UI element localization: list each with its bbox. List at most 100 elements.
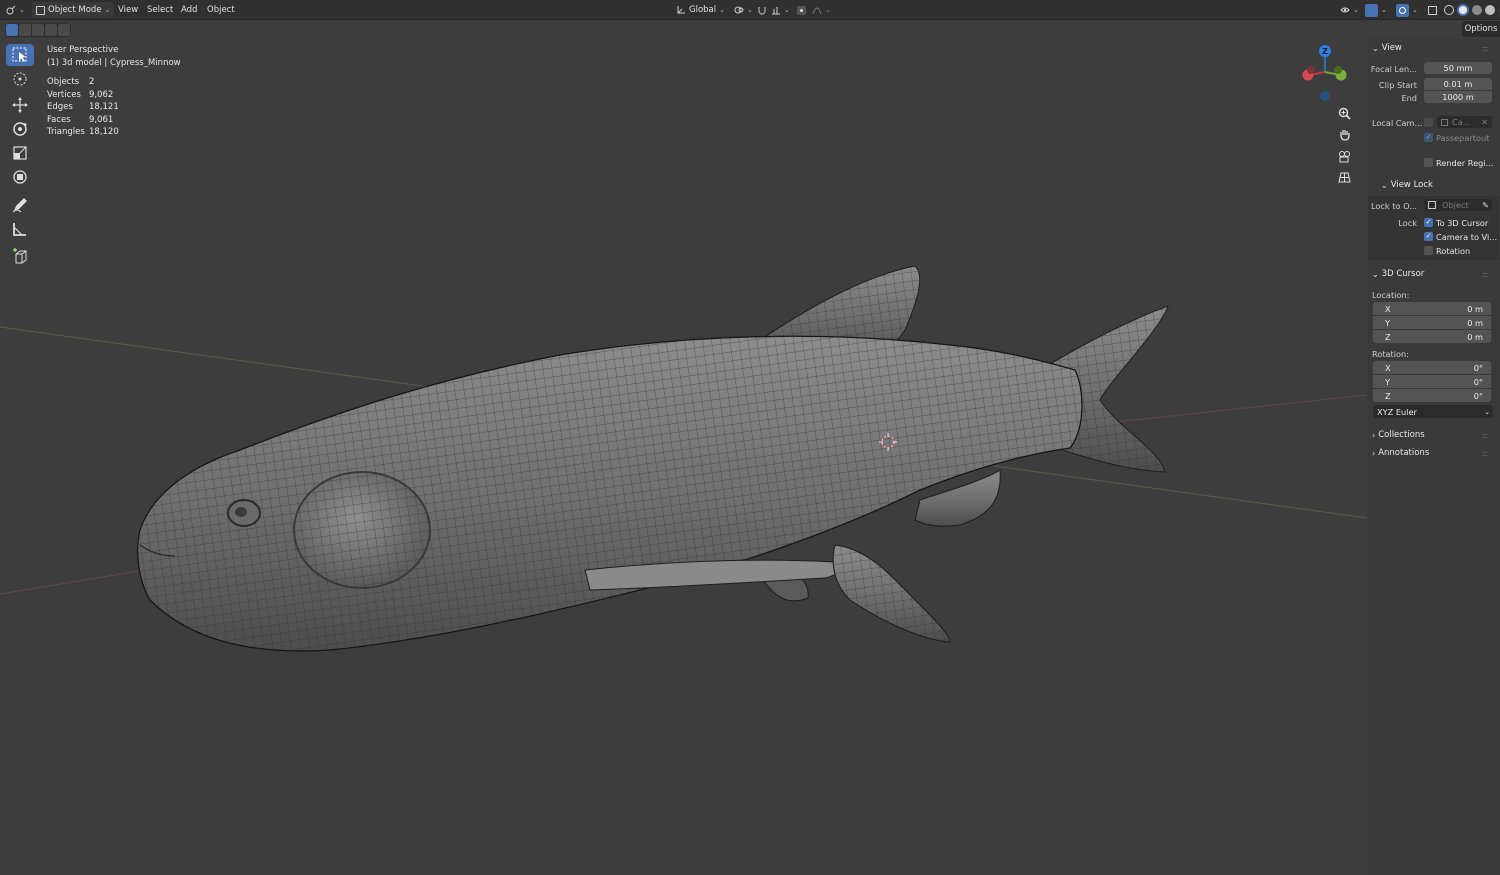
zoom-view-button[interactable] (1335, 104, 1353, 122)
clip-end-field[interactable]: 1000 m (1424, 91, 1492, 103)
rendered-shading-icon[interactable] (1485, 5, 1495, 15)
focal-length-field[interactable]: 50 mm (1424, 62, 1492, 74)
editor-type-button[interactable]: ⌄ (6, 2, 25, 18)
measure-tool[interactable] (6, 218, 34, 240)
cursor-tool[interactable] (6, 68, 34, 90)
camera-to-view-checkbox[interactable]: ✓ (1424, 232, 1433, 241)
chevron-right-icon: › (1372, 448, 1376, 458)
proportional-editing-toggle[interactable] (797, 2, 806, 18)
drag-handle-icon[interactable]: ::: (1482, 449, 1488, 458)
view-lock-header[interactable]: ⌄ View Lock (1381, 180, 1433, 190)
chevron-down-icon: ⌄ (1412, 6, 1418, 14)
proportional-falloff-selector[interactable]: ⌄ (812, 2, 831, 18)
menu-select[interactable]: Select (144, 2, 176, 18)
ruler-icon (13, 223, 26, 236)
navigation-gizmo[interactable]: Z (1300, 42, 1352, 102)
render-region-checkbox[interactable] (1424, 158, 1433, 167)
rotate-tool[interactable] (6, 118, 34, 140)
annotations-panel-header[interactable]: › Annotations (1372, 448, 1429, 458)
orientation-label: Global (689, 5, 717, 15)
local-camera-checkbox[interactable] (1424, 118, 1433, 127)
menu-object[interactable]: Object (204, 2, 238, 18)
menu-add[interactable]: Add (178, 2, 200, 18)
axis-value: 0° (1473, 390, 1483, 401)
cursor-rotation-y[interactable]: Y 0° (1373, 375, 1491, 388)
cursor-location-y[interactable]: Y 0 m (1373, 316, 1491, 329)
pivot-point-selector[interactable]: ⌄ (734, 2, 753, 18)
drag-handle-icon[interactable]: ::: (1482, 431, 1488, 440)
blender-window: ⌄ Object Mode ⌄ View Select Add Object G… (0, 0, 1500, 875)
clip-start-field[interactable]: 0.01 m (1424, 78, 1492, 90)
options-tab[interactable]: Options (1462, 21, 1500, 37)
select-box-tool[interactable] (6, 44, 34, 66)
local-camera-label: Local Cam... (1372, 118, 1423, 128)
axis-value: 0 m (1467, 303, 1483, 314)
3d-cursor-panel-title: 3D Cursor (1381, 269, 1425, 279)
eyedropper-icon[interactable]: ✎ (1482, 200, 1489, 210)
overlays-toggle[interactable]: ⌄ (1396, 2, 1418, 18)
stat-value: 18,121 (89, 102, 119, 112)
transform-tool[interactable] (6, 166, 34, 188)
pan-view-button[interactable] (1335, 125, 1353, 143)
solid-shading-icon[interactable] (1457, 4, 1469, 16)
viewport-info-overlay: User Perspective (1) 3d model | Cypress_… (47, 44, 181, 139)
stat-label: Objects (47, 77, 80, 87)
gizmo-neg-x-axis[interactable] (1307, 66, 1315, 74)
xray-icon (1428, 5, 1437, 15)
cursor-rotation-z[interactable]: Z 0° (1373, 389, 1491, 402)
material-shading-icon[interactable] (1472, 5, 1482, 15)
scale-tool[interactable] (6, 142, 34, 164)
mode-selector[interactable]: Object Mode ⌄ (32, 2, 115, 18)
proportional-edit-icon (797, 5, 806, 15)
visibility-selector[interactable]: ⌄ (1340, 2, 1359, 18)
passepartout-checkbox[interactable]: ✓ (1424, 133, 1433, 142)
camera-view-button[interactable] (1335, 147, 1353, 165)
axis-value: 0 m (1467, 317, 1483, 328)
viewport-header: ⌄ Object Mode ⌄ View Select Add Object G… (0, 0, 1500, 20)
snap-target-selector[interactable]: ⌄ (771, 2, 790, 18)
toggle-perspective-button[interactable] (1335, 168, 1353, 186)
drag-handle-icon[interactable]: ::: (1482, 44, 1488, 53)
gill-cover-mesh (294, 472, 430, 588)
lock-to-3d-cursor-checkbox[interactable]: ✓ (1424, 218, 1433, 227)
select-box-icon (12, 47, 27, 62)
stat-objects: Objects 2 (47, 76, 181, 89)
add-cube-tool[interactable] (6, 246, 34, 268)
view-panel-header[interactable]: ⌄ View (1372, 43, 1402, 53)
camera-object-icon (1441, 118, 1448, 126)
menu-view[interactable]: View (115, 2, 141, 18)
cursor-rotation-x[interactable]: X 0° (1373, 361, 1491, 374)
axis-label: Z (1385, 390, 1391, 401)
collections-panel-header[interactable]: › Collections (1372, 430, 1425, 440)
wireframe-shading-icon[interactable] (1444, 5, 1454, 15)
annotate-tool[interactable] (6, 194, 34, 216)
lock-to-object-placeholder: Object (1442, 200, 1469, 210)
move-tool[interactable] (6, 94, 34, 116)
xray-toggle[interactable] (1428, 2, 1437, 18)
gizmo-toggle[interactable]: ⌄ (1365, 2, 1387, 18)
drag-handle-icon[interactable]: ::: (1482, 270, 1488, 279)
clear-x-icon[interactable]: ✕ (1481, 117, 1488, 127)
grid-perspective-icon (1337, 172, 1351, 182)
rotation-mode-dropdown[interactable]: XYZ Euler ⌄ (1373, 405, 1493, 418)
cursor-location-x[interactable]: X 0 m (1373, 302, 1491, 315)
snap-toggle[interactable] (757, 2, 767, 18)
lock-rotation-checkbox[interactable] (1424, 246, 1433, 255)
lock-label: Lock (1398, 218, 1417, 228)
perspective-label: User Perspective (47, 45, 119, 55)
options-tab-label: Options (1464, 24, 1498, 34)
transform-orientation-selector[interactable]: Global ⌄ (676, 2, 725, 18)
lock-to-object-field[interactable]: Object ✎ (1424, 199, 1492, 211)
zoom-icon (1338, 107, 1351, 120)
lock-to-3d-cursor-label: To 3D Cursor (1436, 218, 1489, 228)
fish-mesh[interactable] (137, 265, 1169, 652)
local-camera-field[interactable]: Ca... ✕ (1437, 116, 1492, 128)
cursor-location-z[interactable]: Z 0 m (1373, 330, 1491, 343)
chevron-down-icon: ⌄ (747, 6, 753, 14)
stat-label: Faces (47, 114, 71, 125)
gizmo-neg-y-axis[interactable] (1334, 66, 1342, 74)
viewport-canvas[interactable] (0, 21, 1367, 875)
view-panel-title: View (1381, 43, 1402, 53)
3d-cursor-panel-header[interactable]: ⌄ 3D Cursor (1372, 269, 1424, 279)
gizmo-neg-z-axis[interactable] (1320, 91, 1330, 101)
